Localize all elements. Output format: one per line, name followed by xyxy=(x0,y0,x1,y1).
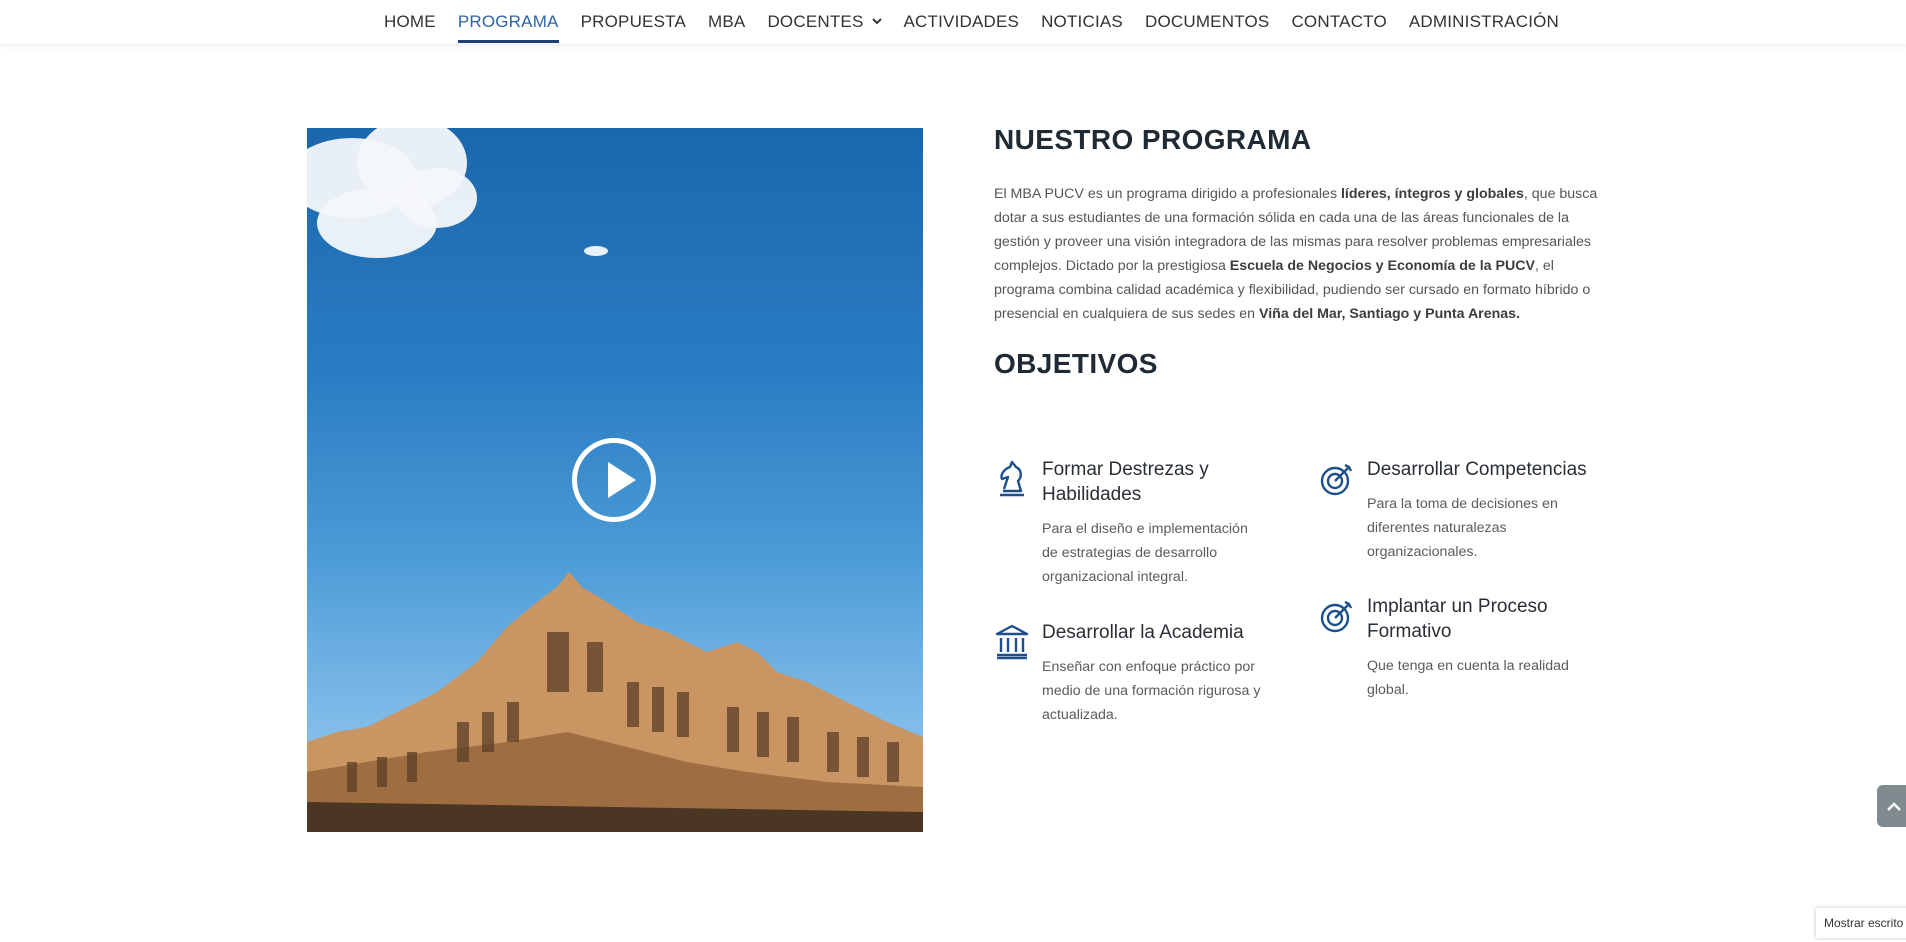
nav-home[interactable]: HOME xyxy=(384,0,436,44)
badge-label: Mostrar escrito xyxy=(1824,916,1904,930)
nav-docentes[interactable]: DOCENTES xyxy=(767,0,882,44)
nav-contacto-label: CONTACTO xyxy=(1291,12,1387,31)
objective-desc: Para la toma de decisiones en diferentes… xyxy=(1367,496,1558,560)
play-icon[interactable] xyxy=(572,438,656,522)
top-navigation-bar: HOME PROGRAMA PROPUESTA MBA DOCENTES ACT… xyxy=(0,0,1906,44)
nav-documentos-label: DOCUMENTOS xyxy=(1144,12,1270,31)
nav-home-label: HOME xyxy=(384,12,436,31)
objective-item: Desarrollar la Academia Enseñar con enfo… xyxy=(994,620,1264,727)
cloud xyxy=(397,168,477,228)
target-icon xyxy=(1319,459,1355,499)
nav-programa-label: PROGRAMA xyxy=(457,12,559,31)
cloud xyxy=(584,246,608,256)
scroll-to-top-button[interactable] xyxy=(1877,785,1906,827)
objective-title: Desarrollar Competencias xyxy=(1367,459,1587,480)
university-building-image xyxy=(307,572,923,832)
program-text-1: El MBA PUCV es un programa dirigido a pr… xyxy=(994,186,1341,202)
nav-noticias[interactable]: NOTICIAS xyxy=(1041,0,1123,44)
main-menu: HOME PROGRAMA PROPUESTA MBA DOCENTES ACT… xyxy=(384,0,1559,44)
program-video[interactable] xyxy=(307,128,923,832)
objective-desc: Enseñar con enfoque práctico por medio d… xyxy=(1042,659,1261,723)
nav-administracion[interactable]: ADMINISTRACIÓN xyxy=(1409,0,1559,44)
objective-title: Formar Destrezas y Habilidades xyxy=(1042,459,1209,505)
nav-actividades-label: ACTIVIDADES xyxy=(903,12,1020,31)
objective-item: Implantar un Proceso Formativo Que tenga… xyxy=(1319,594,1589,702)
nav-propuesta[interactable]: PROPUESTA xyxy=(581,0,686,44)
program-heading: NUESTRO PROGRAMA xyxy=(994,124,1312,155)
program-bold-2: Escuela de Negocios y Economía de la PUC… xyxy=(1229,258,1535,274)
objective-title: Implantar un Proceso Formativo xyxy=(1367,596,1548,642)
program-description: El MBA PUCV es un programa dirigido a pr… xyxy=(994,182,1610,326)
nav-noticias-label: NOTICIAS xyxy=(1041,12,1123,31)
nav-programa[interactable]: PROGRAMA xyxy=(457,0,559,44)
chevron-down-icon xyxy=(871,16,882,28)
objective-desc: Que tenga en cuenta la realidad global. xyxy=(1367,658,1569,698)
nav-contacto[interactable]: CONTACTO xyxy=(1291,0,1386,44)
nav-actividades[interactable]: ACTIVIDADES xyxy=(904,0,1020,44)
chess-knight-icon xyxy=(994,459,1030,499)
program-bold-1: líderes, íntegros y globales xyxy=(1340,186,1524,202)
recaptcha-badge[interactable]: Mostrar escrito xyxy=(1816,908,1906,938)
objectives-heading: OBJETIVOS xyxy=(994,348,1158,379)
nav-documentos[interactable]: DOCUMENTOS xyxy=(1145,0,1269,44)
program-bold-3: Viña del Mar, Santiago y Punta Arenas. xyxy=(1259,306,1520,322)
objective-desc: Para el diseño e implementación de estra… xyxy=(1042,521,1248,585)
nav-administracion-label: ADMINISTRACIÓN xyxy=(1408,12,1560,31)
chevron-up-icon xyxy=(1886,794,1902,819)
objective-item: Desarrollar Competencias Para la toma de… xyxy=(1319,457,1589,564)
program-section: NUESTRO PROGRAMA El MBA PUCV es un progr… xyxy=(994,124,1614,380)
nav-mba[interactable]: MBA xyxy=(708,0,745,44)
nav-mba-label: MBA xyxy=(708,12,746,31)
target-icon xyxy=(1319,596,1355,636)
nav-propuesta-label: PROPUESTA xyxy=(580,12,686,31)
nav-docentes-label: DOCENTES xyxy=(767,12,864,31)
objective-title: Desarrollar la Academia xyxy=(1042,622,1244,643)
objective-item: Formar Destrezas y Habilidades Para el d… xyxy=(994,457,1264,589)
institution-icon xyxy=(994,622,1030,662)
